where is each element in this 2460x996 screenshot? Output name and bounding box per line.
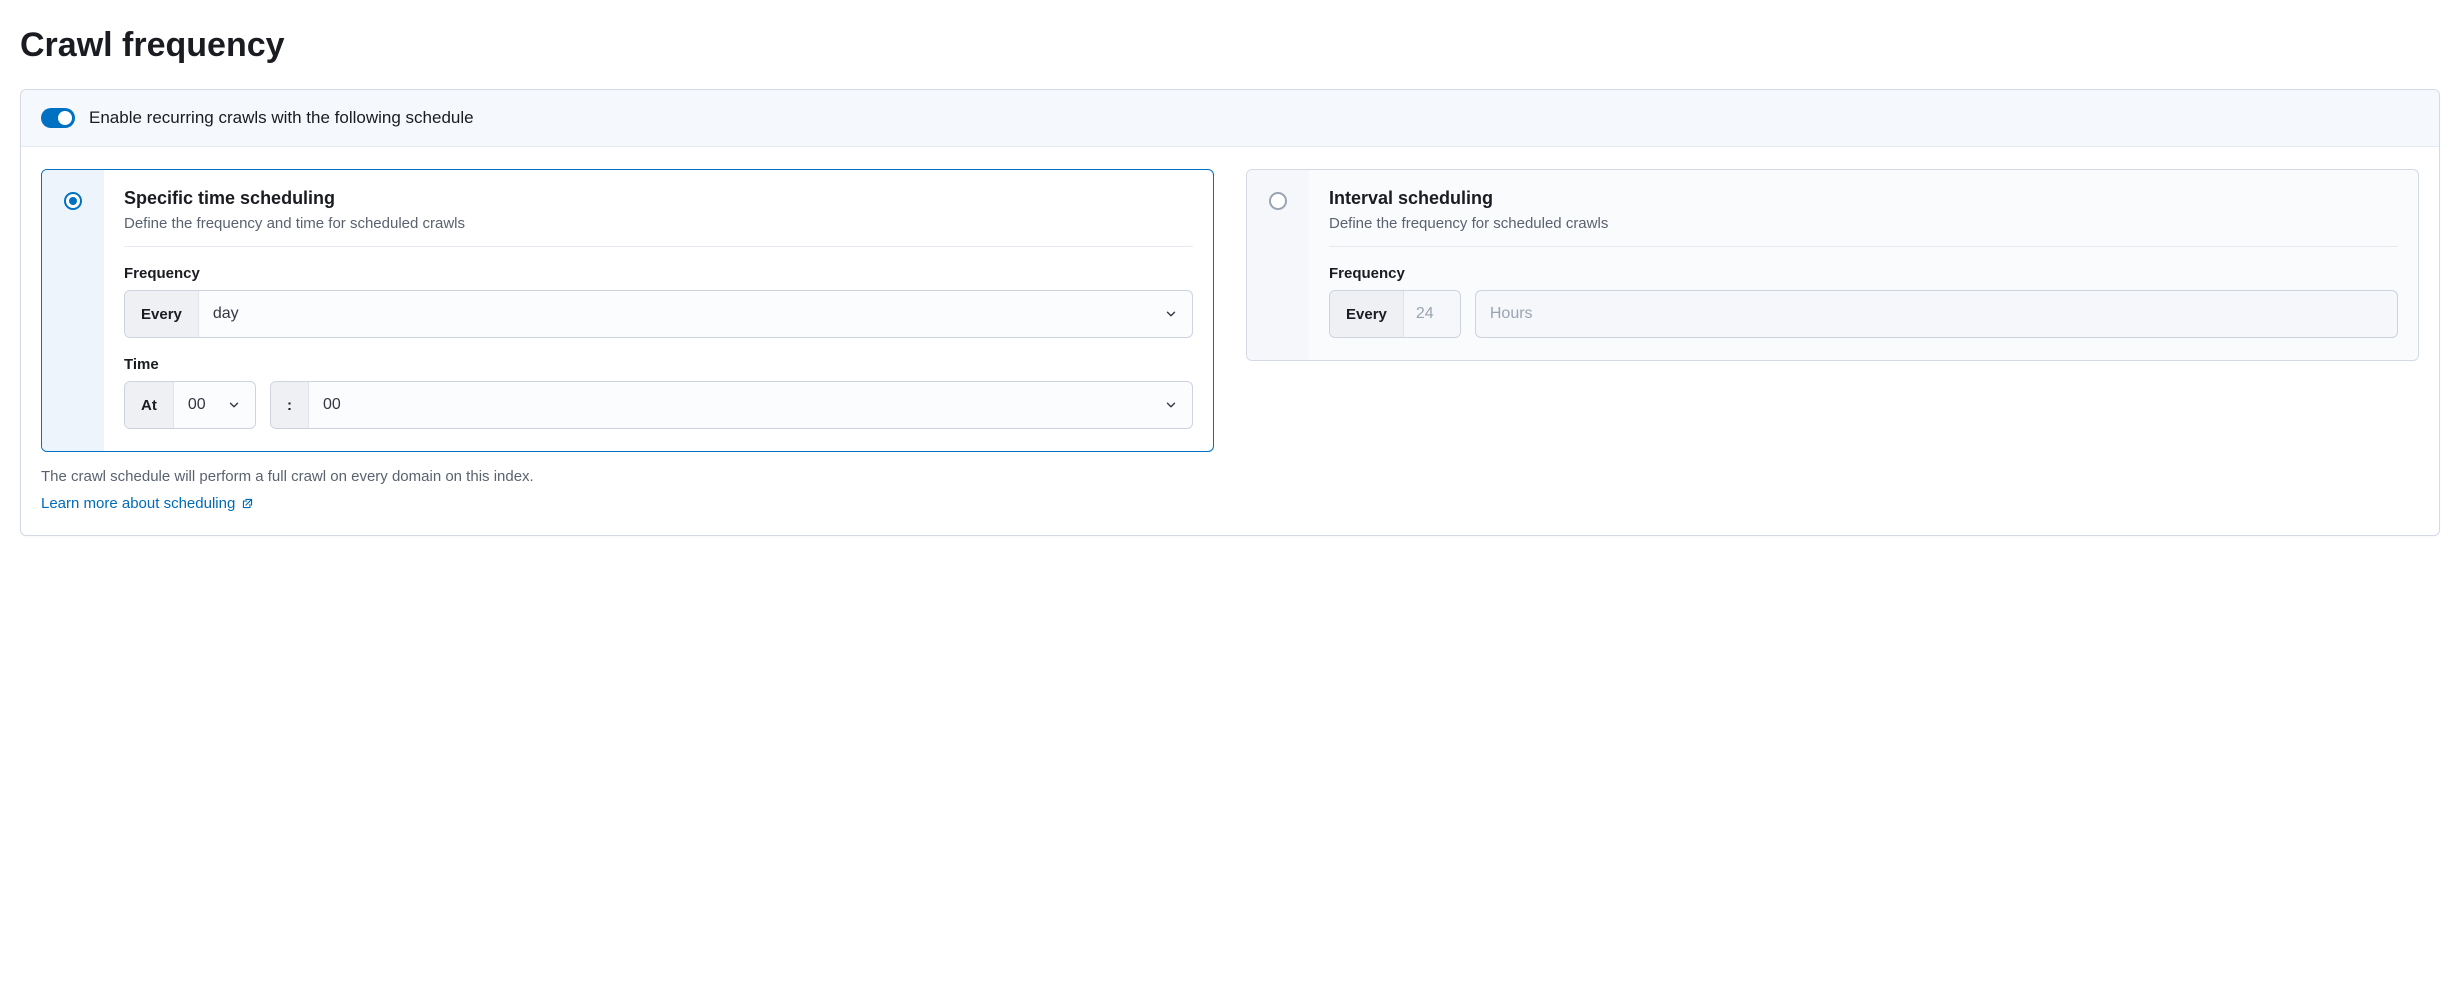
interval-radio-col xyxy=(1247,170,1309,360)
specific-unit-select-wrap[interactable]: day xyxy=(199,291,1192,337)
interval-unit-placeholder: Hours xyxy=(1490,305,1533,323)
interval-body: Interval scheduling Define the frequency… xyxy=(1309,170,2418,360)
interval-frequency-section: Frequency Every 24 Hours xyxy=(1329,265,2398,338)
specific-minute-select-wrap[interactable]: 00 xyxy=(309,382,1192,428)
enable-recurring-label: Enable recurring crawls with the followi… xyxy=(89,108,474,128)
specific-unit-value: day xyxy=(213,305,239,323)
interval-number-input[interactable]: 24 xyxy=(1404,291,1460,337)
learn-more-label: Learn more about scheduling xyxy=(41,495,235,512)
specific-minute-value: 00 xyxy=(323,396,341,414)
external-link-icon xyxy=(241,497,254,510)
specific-time-radio[interactable] xyxy=(64,192,82,210)
specific-minute-prefix: : xyxy=(271,382,309,428)
chevron-down-icon xyxy=(1164,307,1178,321)
specific-time-desc: Define the frequency and time for schedu… xyxy=(124,215,1193,247)
crawl-frequency-panel: Enable recurring crawls with the followi… xyxy=(20,89,2440,536)
interval-unit-input[interactable]: Hours xyxy=(1475,290,2398,338)
enable-recurring-switch[interactable] xyxy=(41,108,75,128)
specific-time-body: Specific time scheduling Define the freq… xyxy=(104,170,1213,451)
panel-header: Enable recurring crawls with the followi… xyxy=(21,90,2439,147)
chevron-down-icon xyxy=(227,398,241,412)
footer-area: The crawl schedule will perform a full c… xyxy=(21,462,2439,535)
interval-number-group[interactable]: Every 24 xyxy=(1329,290,1461,338)
page-title: Crawl frequency xyxy=(20,26,2440,65)
specific-frequency-label: Frequency xyxy=(124,265,1193,282)
specific-hour-select[interactable]: At 00 xyxy=(124,381,256,429)
interval-desc: Define the frequency for scheduled crawl… xyxy=(1329,215,2398,247)
learn-more-link[interactable]: Learn more about scheduling xyxy=(41,495,254,512)
scheduling-cards-row: Specific time scheduling Define the freq… xyxy=(21,147,2439,462)
interval-frequency-label: Frequency xyxy=(1329,265,2398,282)
specific-frequency-section: Frequency Every day xyxy=(124,265,1193,338)
interval-title: Interval scheduling xyxy=(1329,188,2398,209)
specific-time-card: Specific time scheduling Define the freq… xyxy=(41,169,1214,452)
specific-minute-select[interactable]: : 00 xyxy=(270,381,1193,429)
specific-time-section: Time At 00 : xyxy=(124,356,1193,429)
specific-at-prepend: At xyxy=(125,382,174,428)
specific-hour-value: 00 xyxy=(188,396,206,414)
interval-radio[interactable] xyxy=(1269,192,1287,210)
interval-card: Interval scheduling Define the frequency… xyxy=(1246,169,2419,361)
specific-time-title: Specific time scheduling xyxy=(124,188,1193,209)
specific-time-radio-col xyxy=(42,170,104,451)
specific-every-prepend: Every xyxy=(125,291,199,337)
footer-note: The crawl schedule will perform a full c… xyxy=(41,468,2419,485)
specific-hour-select-wrap[interactable]: 00 xyxy=(174,382,255,428)
specific-time-label: Time xyxy=(124,356,1193,373)
chevron-down-icon xyxy=(1164,398,1178,412)
specific-frequency-select[interactable]: Every day xyxy=(124,290,1193,338)
interval-every-prepend: Every xyxy=(1330,291,1404,337)
